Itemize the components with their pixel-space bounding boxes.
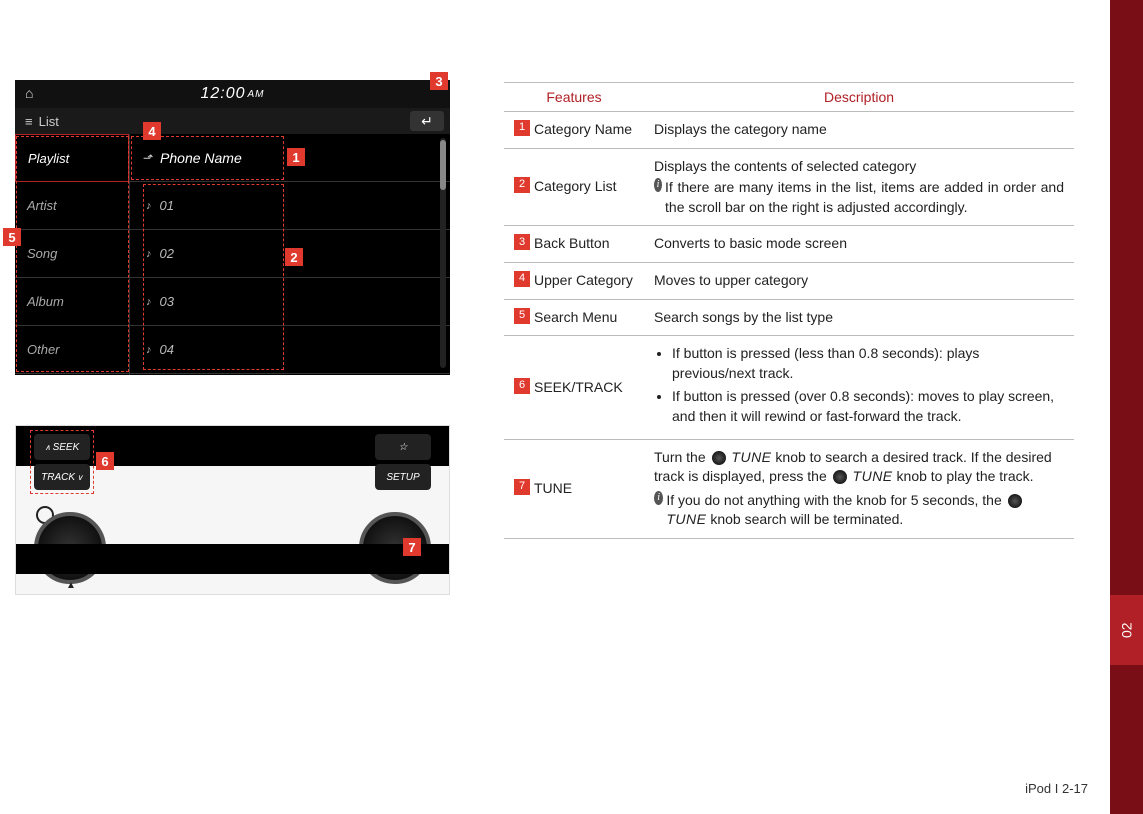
callout-3: 3 bbox=[430, 72, 448, 90]
note-icon: ♪ bbox=[146, 296, 152, 308]
track-row-1[interactable]: ♪ 01 bbox=[130, 182, 450, 230]
th-description: Description bbox=[644, 83, 1074, 112]
menu-album[interactable]: Album bbox=[15, 278, 129, 326]
callout-2: 2 bbox=[285, 248, 303, 266]
track-label: 01 bbox=[160, 198, 174, 213]
callout-7: 7 bbox=[403, 538, 421, 556]
feat-upper-category: 4Upper Category bbox=[504, 262, 644, 299]
desc-category-list: Displays the contents of selected catego… bbox=[644, 148, 1074, 226]
callout-5: 5 bbox=[3, 228, 21, 246]
scrollbar[interactable] bbox=[440, 138, 446, 368]
track-row-3[interactable]: ♪ 03 bbox=[130, 278, 450, 326]
track-label: 04 bbox=[160, 342, 174, 357]
section-tab: 02 bbox=[1110, 595, 1143, 665]
desc-tune: Turn the TUNE knob to search a desired t… bbox=[644, 439, 1074, 538]
title-bar: ≡ List ↵ bbox=[15, 108, 450, 134]
callout-6: 6 bbox=[96, 452, 114, 470]
track-label: 02 bbox=[160, 246, 174, 261]
menu-song[interactable]: Song bbox=[15, 230, 129, 278]
note-icon: ♪ bbox=[146, 200, 152, 212]
left-column: ⌂ 12:00AM ≡ List ↵ Playlist Artist Song … bbox=[15, 80, 465, 595]
feat-tune: 7TUNE bbox=[504, 439, 644, 538]
setup-button[interactable]: SETUP bbox=[375, 464, 431, 490]
knob-icon bbox=[712, 451, 726, 465]
back-button[interactable]: ↵ bbox=[410, 111, 444, 131]
up-arrow-icon: ⬏ bbox=[142, 151, 152, 165]
desc-category-name: Displays the category name bbox=[644, 112, 1074, 149]
note-icon: ♪ bbox=[146, 248, 152, 260]
feat-search-menu: 5Search Menu bbox=[504, 299, 644, 336]
th-features: Features bbox=[504, 83, 644, 112]
info-icon: i bbox=[654, 491, 663, 505]
page-edge-stripe bbox=[1110, 0, 1143, 814]
track-row-4[interactable]: ♪ 04 bbox=[130, 326, 450, 374]
menu-artist[interactable]: Artist bbox=[15, 182, 129, 230]
track-button[interactable]: TRACK∨ bbox=[34, 464, 90, 490]
search-menu-column: Playlist Artist Song Album Other bbox=[15, 134, 130, 375]
info-icon: i bbox=[654, 178, 662, 192]
feat-category-list: 2Category List bbox=[504, 148, 644, 226]
desc-search-menu: Search songs by the list type bbox=[644, 299, 1074, 336]
track-label: 03 bbox=[160, 294, 174, 309]
clock-ampm: AM bbox=[248, 89, 265, 100]
eject-icon: ▲ bbox=[66, 580, 76, 591]
desc-back-button: Converts to basic mode screen bbox=[644, 226, 1074, 263]
infotainment-list-screen: ⌂ 12:00AM ≡ List ↵ Playlist Artist Song … bbox=[15, 80, 450, 375]
favorite-button[interactable]: ☆ bbox=[375, 434, 431, 460]
page-footer: iPod I 2-17 bbox=[1025, 781, 1088, 796]
desc-seek-track: If button is pressed (less than 0.8 seco… bbox=[644, 336, 1074, 439]
home-icon: ⌂ bbox=[25, 85, 34, 101]
desc-upper-category: Moves to upper category bbox=[644, 262, 1074, 299]
feat-category-name: 1Category Name bbox=[504, 112, 644, 149]
note-icon: ♪ bbox=[146, 344, 152, 356]
features-table: Features Description 1Category Name Disp… bbox=[504, 82, 1074, 539]
knob-icon bbox=[833, 470, 847, 484]
phone-name: Phone Name bbox=[160, 150, 242, 166]
seek-button[interactable]: ∧SEEK bbox=[34, 434, 90, 460]
menu-other[interactable]: Other bbox=[15, 326, 129, 374]
knob-icon bbox=[1008, 494, 1022, 508]
list-icon: ≡ bbox=[25, 114, 33, 129]
clock-time: 12:00 bbox=[200, 85, 245, 103]
features-table-container: Features Description 1Category Name Disp… bbox=[504, 82, 1074, 539]
feat-back-button: 3Back Button bbox=[504, 226, 644, 263]
menu-playlist[interactable]: Playlist bbox=[15, 134, 129, 182]
feat-seek-track: 6SEEK/TRACK bbox=[504, 336, 644, 439]
hardware-control-panel: ∧SEEK TRACK∨ ☆ SETUP ▲ 6 7 bbox=[15, 425, 450, 595]
status-bar: ⌂ 12:00AM bbox=[15, 80, 450, 108]
callout-1: 1 bbox=[287, 148, 305, 166]
callout-4: 4 bbox=[143, 122, 161, 140]
screen-title: List bbox=[39, 114, 59, 129]
